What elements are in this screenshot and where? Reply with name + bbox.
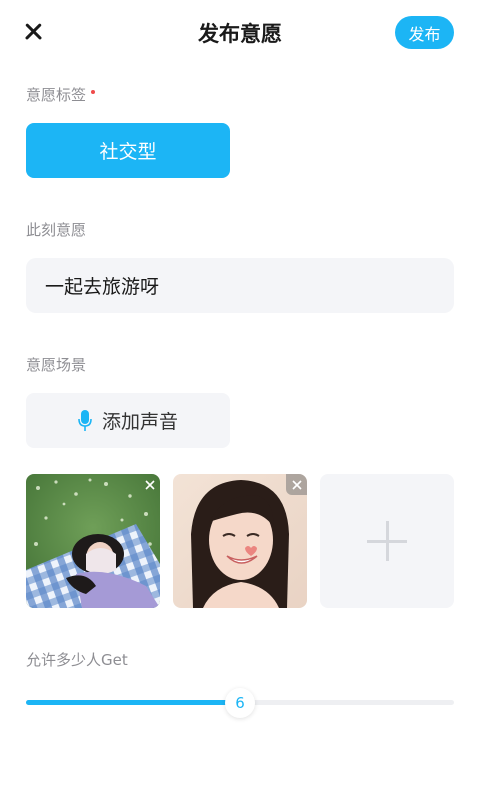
scene-photo-1[interactable]: [26, 474, 160, 608]
tag-chip-social[interactable]: 社交型: [26, 123, 230, 178]
close-icon: [291, 479, 302, 490]
add-sound-label: 添加声音: [101, 411, 178, 433]
slider-thumb[interactable]: 6: [225, 688, 255, 718]
photo-smiling-girl-image: [173, 474, 307, 608]
publish-button[interactable]: 发布: [395, 16, 454, 49]
allow-count-label: 允许多少人Get: [26, 651, 128, 669]
delete-photo-2-button[interactable]: [286, 474, 307, 495]
wish-section-label: 此刻意愿: [26, 221, 87, 239]
add-photo-button[interactable]: [320, 474, 454, 608]
tags-label-text: 意愿标签: [26, 86, 87, 104]
slider-fill: [26, 700, 240, 705]
scene-section-label: 意愿场景: [26, 356, 87, 374]
allow-count-slider[interactable]: 6: [26, 686, 454, 720]
photo-girl-picnic-image: [26, 474, 160, 608]
scene-photo-2[interactable]: [173, 474, 307, 608]
delete-photo-1-button[interactable]: [139, 474, 160, 495]
close-icon: [144, 479, 155, 490]
top-bar: 发布意愿 发布: [0, 0, 480, 66]
wish-text-field[interactable]: 一起去旅游呀: [26, 258, 454, 313]
tags-section-label: 意愿标签: [26, 84, 96, 105]
required-dot-icon: [91, 89, 96, 94]
microphone-icon: [78, 409, 92, 431]
add-sound-button[interactable]: 添加声音: [26, 393, 230, 448]
wish-text-value: 一起去旅游呀: [45, 276, 160, 298]
